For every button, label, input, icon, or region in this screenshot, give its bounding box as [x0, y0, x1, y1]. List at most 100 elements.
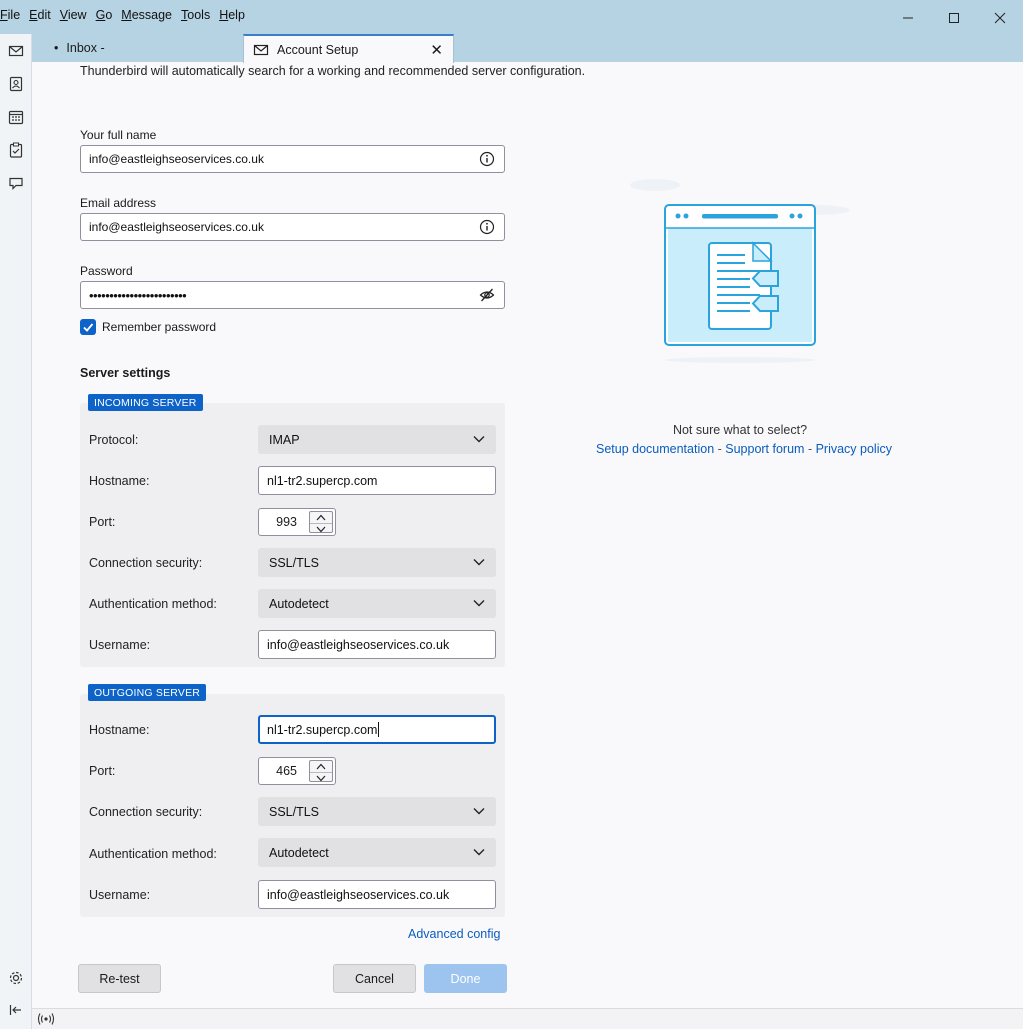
- menu-bar: File Edit View Go Message Tools Help: [0, 8, 254, 28]
- info-icon[interactable]: [479, 151, 495, 167]
- chevron-down-icon[interactable]: [310, 772, 332, 783]
- outgoing-hostname-input[interactable]: nl1-tr2.supercp.com: [258, 715, 496, 744]
- incoming-protocol-select[interactable]: IMAP: [258, 425, 496, 454]
- config-illustration: [630, 179, 850, 363]
- full-name-input[interactable]: info@eastleighseoservices.co.uk: [80, 145, 505, 173]
- email-label: Email address: [80, 196, 157, 210]
- chevron-down-icon: [473, 559, 485, 566]
- mail-space-button[interactable]: [5, 40, 27, 62]
- chevron-up-icon[interactable]: [310, 512, 332, 523]
- text-caret: [378, 722, 380, 737]
- incoming-hostname-value: nl1-tr2.supercp.com: [267, 473, 378, 488]
- incoming-security-value: SSL/TLS: [269, 555, 320, 570]
- port-spinner[interactable]: [309, 511, 333, 533]
- password-input[interactable]: ••••••••••••••••••••••••: [80, 281, 505, 309]
- envelope-icon: [253, 44, 269, 55]
- tab-account-setup[interactable]: Account Setup ✕: [243, 34, 454, 63]
- server-settings-title: Server settings: [80, 366, 171, 380]
- outgoing-username-label: Username:: [89, 888, 151, 902]
- link-separator: -: [804, 442, 816, 456]
- chevron-up-icon[interactable]: [310, 761, 332, 772]
- help-question: Not sure what to select?: [672, 423, 808, 437]
- spaces-toolbar: [0, 34, 32, 1029]
- outgoing-security-select[interactable]: SSL/TLS: [258, 797, 496, 826]
- info-icon[interactable]: [479, 219, 495, 235]
- email-input[interactable]: info@eastleighseoservices.co.uk: [80, 213, 505, 241]
- chevron-down-icon[interactable]: [310, 523, 332, 534]
- maximize-button[interactable]: [931, 4, 977, 32]
- incoming-hostname-input[interactable]: nl1-tr2.supercp.com: [258, 466, 496, 495]
- menu-tools[interactable]: Tools: [181, 8, 210, 28]
- outgoing-security-label: Connection security:: [89, 805, 203, 819]
- remember-password-label: Remember password: [102, 320, 217, 334]
- menu-help[interactable]: Help: [219, 8, 245, 28]
- outgoing-port-label: Port:: [89, 764, 116, 778]
- menu-file[interactable]: File: [0, 8, 20, 28]
- full-name-value: info@eastleighseoservices.co.uk: [89, 152, 264, 166]
- collapse-icon: [9, 1005, 21, 1015]
- password-label: Password: [80, 264, 133, 278]
- incoming-security-label: Connection security:: [89, 556, 203, 570]
- hide-password-icon[interactable]: [479, 287, 495, 303]
- address-book-space-button[interactable]: [5, 73, 27, 95]
- password-value: ••••••••••••••••••••••••: [89, 287, 187, 303]
- setup-documentation-link[interactable]: Setup documentation: [596, 442, 714, 456]
- tab-close-icon[interactable]: ✕: [430, 41, 443, 59]
- online-status-icon[interactable]: [37, 1012, 55, 1026]
- incoming-port-value: 993: [276, 515, 297, 529]
- outgoing-hostname-value: nl1-tr2.supercp.com: [267, 722, 378, 737]
- help-links: Setup documentation - Support forum - Pr…: [596, 442, 892, 456]
- menu-message[interactable]: Message: [121, 8, 172, 28]
- menu-view[interactable]: View: [60, 8, 87, 28]
- minimize-button[interactable]: [885, 4, 931, 32]
- checkmark-icon: [83, 323, 94, 332]
- chat-space-button[interactable]: [5, 172, 27, 194]
- port-spinner[interactable]: [309, 760, 333, 782]
- retest-button[interactable]: Re-test: [78, 964, 161, 993]
- incoming-server-badge: INCOMING SERVER: [88, 394, 203, 411]
- incoming-port-label: Port:: [89, 515, 116, 529]
- incoming-auth-value: Autodetect: [269, 596, 329, 611]
- calendar-space-button[interactable]: [5, 106, 27, 128]
- maximize-icon: [949, 13, 959, 23]
- incoming-protocol-value: IMAP: [269, 432, 300, 447]
- remember-password-checkbox[interactable]: [80, 319, 96, 335]
- outgoing-hostname-label: Hostname:: [89, 723, 150, 737]
- chevron-down-icon: [473, 436, 485, 443]
- tab-account-setup-label: Account Setup: [277, 42, 359, 57]
- privacy-policy-link[interactable]: Privacy policy: [816, 442, 892, 456]
- collapse-toolbar-button[interactable]: [5, 999, 27, 1021]
- chat-icon: [9, 177, 23, 190]
- outgoing-auth-value: Autodetect: [269, 845, 329, 860]
- advanced-config-link[interactable]: Advanced config: [408, 927, 500, 941]
- incoming-auth-label: Authentication method:: [89, 597, 217, 611]
- outgoing-server-badge: OUTGOING SERVER: [88, 684, 207, 701]
- cancel-button[interactable]: Cancel: [333, 964, 416, 993]
- incoming-port-stepper[interactable]: 993: [258, 508, 336, 536]
- incoming-username-label: Username:: [89, 638, 151, 652]
- calendar-icon: [8, 110, 24, 125]
- support-forum-link[interactable]: Support forum: [725, 442, 804, 456]
- done-button[interactable]: Done: [424, 964, 507, 993]
- close-icon: [994, 12, 1006, 24]
- incoming-security-select[interactable]: SSL/TLS: [258, 548, 496, 577]
- outgoing-username-value: info@eastleighseoservices.co.uk: [267, 887, 450, 902]
- incoming-auth-select[interactable]: Autodetect: [258, 589, 496, 618]
- outgoing-port-stepper[interactable]: 465: [258, 757, 336, 785]
- chevron-down-icon: [473, 808, 485, 815]
- address-book-icon: [9, 76, 23, 92]
- outgoing-auth-select[interactable]: Autodetect: [258, 838, 496, 867]
- full-name-label: Your full name: [80, 128, 157, 142]
- email-value: info@eastleighseoservices.co.uk: [89, 220, 264, 234]
- menu-edit[interactable]: Edit: [29, 8, 51, 28]
- close-window-button[interactable]: [977, 4, 1023, 32]
- menu-go[interactable]: Go: [96, 8, 113, 28]
- link-separator: -: [714, 442, 726, 456]
- incoming-username-input[interactable]: info@eastleighseoservices.co.uk: [258, 630, 496, 659]
- intro-text: Thunderbird will automatically search fo…: [80, 64, 586, 78]
- minimize-icon: [903, 17, 913, 19]
- outgoing-username-input[interactable]: info@eastleighseoservices.co.uk: [258, 880, 496, 909]
- tasks-space-button[interactable]: [5, 139, 27, 161]
- settings-button[interactable]: [5, 967, 27, 989]
- tab-inbox[interactable]: • Inbox -: [44, 34, 240, 62]
